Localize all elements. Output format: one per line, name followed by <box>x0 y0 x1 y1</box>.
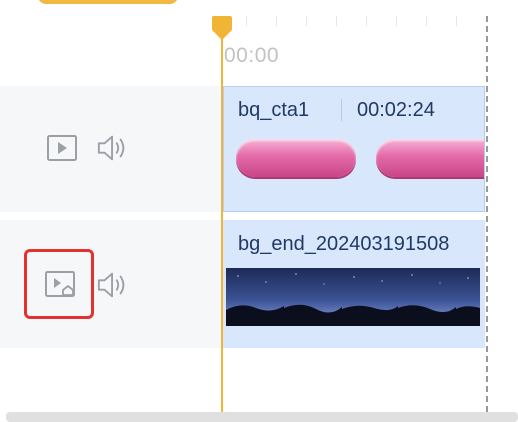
play-square-icon[interactable] <box>45 131 79 165</box>
clip-thumbnail-pill <box>236 139 356 177</box>
highlight-box <box>24 249 94 319</box>
clip-name: bq_cta1 <box>238 99 310 121</box>
ruler-time-label: 00:00 <box>224 44 280 67</box>
track-gap <box>0 212 518 220</box>
timeline-end-marker <box>486 16 488 422</box>
clip-thumbnail-pill <box>376 139 484 177</box>
track-header-1 <box>0 86 222 212</box>
clip-separator <box>341 99 342 121</box>
speaker-icon[interactable] <box>96 268 130 302</box>
speaker-icon[interactable] <box>96 131 130 165</box>
ruler-left-spacer <box>0 16 222 86</box>
clip-thumbnail-strip <box>226 268 480 326</box>
clip-duration: 00:02:24 <box>357 99 435 121</box>
playhead-line[interactable] <box>221 36 223 422</box>
top-toolbar-button[interactable] <box>38 0 178 4</box>
clip-name: bg_end_202403191508 <box>238 233 450 255</box>
timeline-ruler[interactable]: 00:00 <box>222 16 518 86</box>
clip-bq-cta1[interactable]: bq_cta1 00:02:24 <box>223 86 485 212</box>
horizontal-scrollbar[interactable] <box>6 412 518 422</box>
playhead-handle[interactable] <box>212 16 232 42</box>
